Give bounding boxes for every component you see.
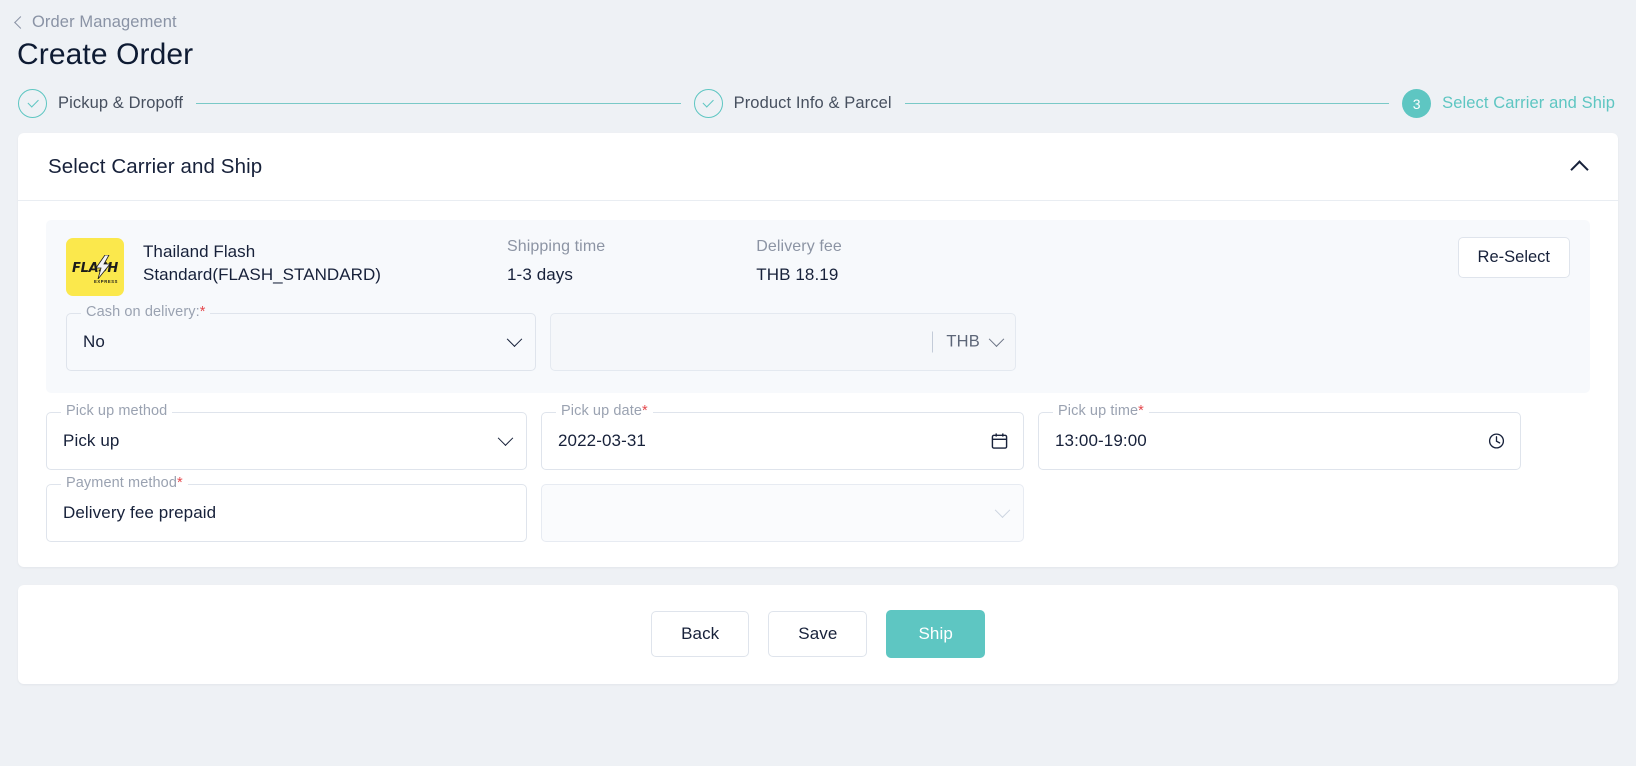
check-icon <box>693 89 723 118</box>
pickup-method-value: Pick up <box>63 431 120 450</box>
form-actions-footer: Back Save Ship <box>18 585 1618 684</box>
carrier-summary: FLASH EXPRESS Thailand Flash Standard(FL… <box>66 238 1570 296</box>
create-order-page: Order Management Create Order Pickup & D… <box>0 0 1636 766</box>
payment-method-select[interactable]: Payment method* Delivery fee prepaid <box>46 475 527 542</box>
card-body: FLASH EXPRESS Thailand Flash Standard(FL… <box>18 201 1618 567</box>
pickup-time-label: Pick up time* <box>1053 403 1149 419</box>
cash-on-delivery-label: Cash on delivery:* <box>81 304 211 320</box>
re-select-button[interactable]: Re-Select <box>1457 237 1570 278</box>
payment-method-label: Payment method* <box>61 475 188 491</box>
divider <box>932 331 934 353</box>
step-pickup-dropoff[interactable]: Pickup & Dropoff <box>18 89 183 118</box>
shipping-time-block: Shipping time 1-3 days <box>507 238 605 285</box>
shipping-form-grid: Pick up method Pick up Pick up date* 202… <box>46 403 1590 542</box>
payment-extra-select[interactable] <box>541 484 1024 542</box>
section-title: Select Carrier and Ship <box>48 155 263 178</box>
clock-icon[interactable] <box>1488 433 1505 450</box>
progress-stepper: Pickup & Dropoff Product Info & Parcel 3… <box>18 89 1618 118</box>
pickup-date-input[interactable]: Pick up date* 2022-03-31 <box>541 403 1024 470</box>
shipping-time-value: 1-3 days <box>507 265 574 284</box>
pickup-date-value: 2022-03-31 <box>558 431 646 450</box>
step-number-badge: 3 <box>1402 89 1432 118</box>
pickup-time-input[interactable]: Pick up time* 13:00-19:00 <box>1038 403 1521 470</box>
chevron-down-icon[interactable] <box>497 430 514 447</box>
step-label-3: Select Carrier and Ship <box>1442 94 1616 112</box>
cod-amount-input[interactable]: THB <box>550 313 1016 371</box>
carrier-logo-subtext: EXPRESS <box>94 279 118 284</box>
cash-on-delivery-select[interactable]: Cash on delivery:* No <box>66 304 536 371</box>
chevron-left-icon <box>14 16 27 29</box>
calendar-icon[interactable] <box>991 433 1008 450</box>
breadcrumb-back-link[interactable]: Order Management <box>14 0 177 32</box>
collapse-section-button[interactable] <box>1566 154 1592 180</box>
pickup-date-label: Pick up date* <box>556 403 653 419</box>
pickup-method-label: Pick up method <box>61 403 173 419</box>
delivery-fee-label: Delivery fee <box>756 238 842 255</box>
card-header: Select Carrier and Ship <box>18 133 1618 201</box>
pickup-time-value: 13:00-19:00 <box>1055 431 1147 450</box>
delivery-fee-block: Delivery fee THB 18.19 <box>756 238 842 285</box>
step-connector-1 <box>196 103 681 104</box>
chevron-down-icon <box>988 331 1005 347</box>
save-button[interactable]: Save <box>768 611 868 657</box>
cash-on-delivery-value: No <box>83 332 105 351</box>
flash-express-logo: FLASH EXPRESS <box>66 238 124 296</box>
page-title: Create Order <box>17 38 194 71</box>
carrier-logo-text: FLASH <box>72 260 118 276</box>
chevron-up-icon <box>1569 159 1589 179</box>
step-select-carrier[interactable]: 3 Select Carrier and Ship <box>1402 89 1615 118</box>
step-product-info[interactable]: Product Info & Parcel <box>693 89 892 118</box>
check-icon <box>18 89 47 118</box>
cash-on-delivery-row: Cash on delivery:* No THB <box>66 304 1570 371</box>
step-label-2: Product Info & Parcel <box>733 94 892 112</box>
chevron-down-icon[interactable] <box>994 502 1011 519</box>
breadcrumb-label: Order Management <box>32 13 177 31</box>
currency-selector[interactable]: THB <box>932 331 1005 353</box>
chevron-down-icon[interactable] <box>506 331 523 348</box>
select-carrier-card: Select Carrier and Ship FLASH EXPRESS Th… <box>18 133 1618 567</box>
delivery-fee-value: THB 18.19 <box>756 265 839 284</box>
currency-code: THB <box>946 332 980 351</box>
step-label-1: Pickup & Dropoff <box>58 94 184 112</box>
shipping-time-label: Shipping time <box>507 238 606 255</box>
payment-method-value: Delivery fee prepaid <box>63 503 217 522</box>
pickup-method-select[interactable]: Pick up method Pick up <box>46 403 527 470</box>
carrier-name: Thailand Flash Standard(FLASH_STANDARD) <box>143 242 382 285</box>
back-button[interactable]: Back <box>651 611 750 657</box>
carrier-panel: FLASH EXPRESS Thailand Flash Standard(FL… <box>46 220 1590 393</box>
step-connector-2 <box>904 103 1390 104</box>
ship-button[interactable]: Ship <box>886 610 985 658</box>
